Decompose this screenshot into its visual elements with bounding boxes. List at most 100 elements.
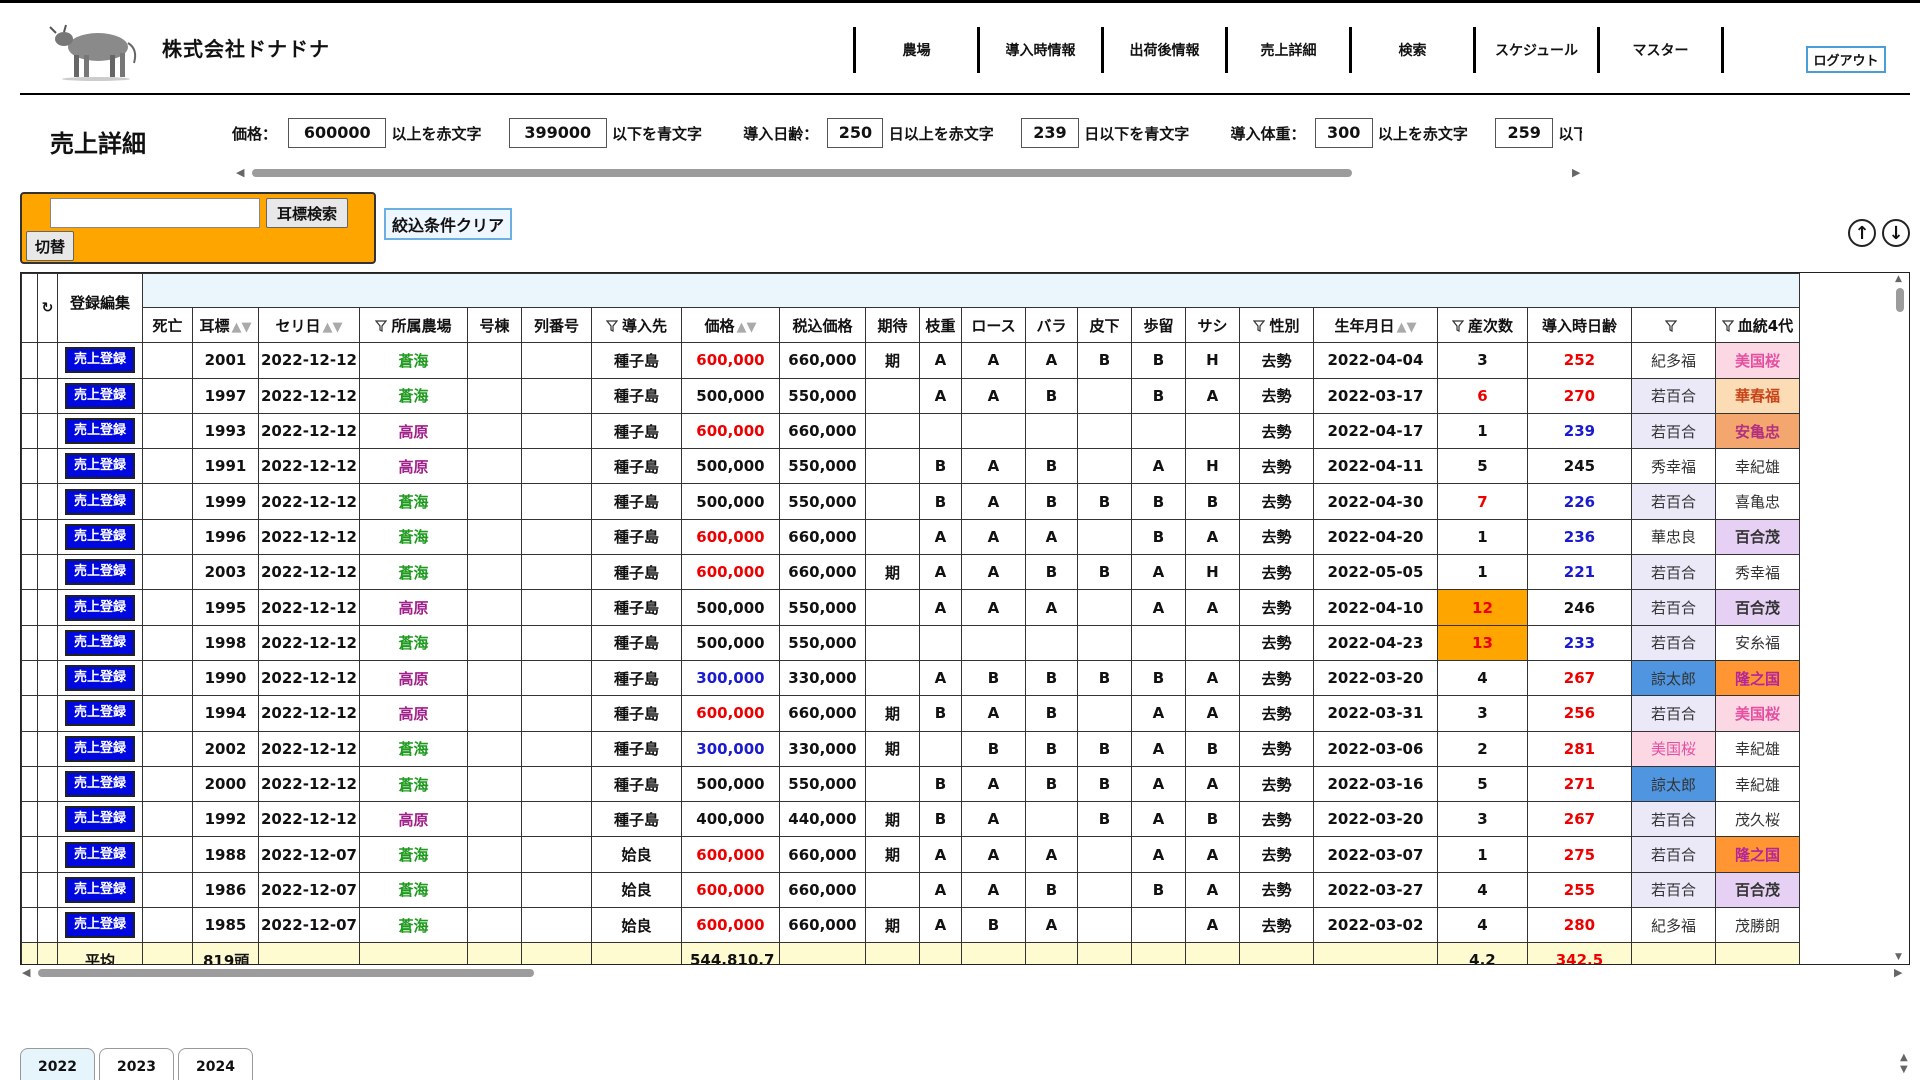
tab-scroll-icon[interactable]: ▲ ▼ bbox=[1900, 1052, 1908, 1076]
tab-2022[interactable]: 2022 bbox=[20, 1048, 95, 1080]
row-select-cell[interactable] bbox=[37, 659, 58, 697]
filter-icon[interactable] bbox=[1665, 320, 1678, 332]
row-select-cell[interactable] bbox=[37, 801, 58, 838]
tab-2024[interactable]: 2024 bbox=[178, 1048, 253, 1080]
table-row: 売上登録 1996 2022-12-12 蒼海 種子島 600,000 660,000 A A A… bbox=[21, 518, 1800, 556]
reset-sort-icon[interactable]: ↻ bbox=[37, 273, 58, 344]
table-scroll-left-icon[interactable]: ◀ bbox=[22, 966, 30, 979]
scroll-down-icon[interactable]: ↓ bbox=[1882, 219, 1910, 247]
ear-tag-search-button[interactable]: 耳標検索 bbox=[266, 198, 348, 228]
cell-death bbox=[142, 765, 193, 803]
nav-schedule[interactable]: スケジュール bbox=[1476, 27, 1600, 73]
row-select-cell[interactable] bbox=[37, 448, 58, 485]
filter-icon[interactable] bbox=[1721, 320, 1734, 333]
scroll-up-icon[interactable]: ↑ bbox=[1848, 219, 1876, 247]
row-spacer bbox=[21, 836, 38, 873]
register-sale-button[interactable]: 売上登録 bbox=[65, 347, 135, 374]
sort-icon[interactable]: ▲▼ bbox=[232, 320, 252, 335]
col-header-row-number: 列番号 bbox=[520, 306, 592, 344]
col-header-price[interactable]: 価格 ▲▼ bbox=[680, 306, 780, 344]
col-header-auction-date[interactable]: セリ日 ▲▼ bbox=[258, 306, 360, 344]
register-sale-button[interactable]: 売上登録 bbox=[65, 876, 135, 903]
row-select-cell[interactable] bbox=[37, 836, 58, 873]
row-select-cell[interactable] bbox=[37, 483, 58, 520]
filter-scroll-thumb[interactable] bbox=[252, 169, 1352, 177]
register-sale-button[interactable]: 売上登録 bbox=[65, 453, 135, 480]
cell-intake-age: 267 bbox=[1526, 659, 1632, 697]
col-header-sex[interactable]: 性別 bbox=[1238, 306, 1314, 344]
register-sale-button[interactable]: 売上登録 bbox=[65, 806, 135, 833]
logout-button[interactable]: ログアウト bbox=[1806, 46, 1886, 73]
register-sale-button[interactable]: 売上登録 bbox=[65, 665, 135, 692]
register-sale-button[interactable]: 売上登録 bbox=[65, 488, 135, 515]
register-sale-button[interactable]: 売上登録 bbox=[65, 629, 135, 656]
col-header-birth-date[interactable]: 生年月日 ▲▼ bbox=[1312, 306, 1438, 344]
register-sale-button[interactable]: 売上登録 bbox=[65, 523, 135, 550]
sort-icon[interactable]: ▲▼ bbox=[1396, 320, 1416, 335]
col-header-ear-tag[interactable]: 耳標 ▲▼ bbox=[192, 306, 259, 344]
age-low-input[interactable]: 239 bbox=[1020, 118, 1079, 148]
price-low-input[interactable]: 399000 bbox=[508, 118, 607, 148]
nav-sales-detail[interactable]: 売上詳細 bbox=[1228, 27, 1352, 73]
table-hscroll-thumb[interactable] bbox=[38, 969, 534, 977]
clear-filters-button[interactable]: 絞込条件クリア bbox=[384, 208, 512, 240]
sort-icon[interactable]: ▲▼ bbox=[736, 320, 756, 335]
col-header-sire[interactable] bbox=[1630, 306, 1716, 344]
col-header-farm[interactable]: 所属農場 bbox=[358, 306, 468, 344]
col-header-source[interactable]: 導入先 bbox=[590, 306, 682, 344]
ear-tag-input[interactable] bbox=[50, 198, 260, 228]
register-sale-button[interactable]: 売上登録 bbox=[65, 771, 135, 797]
cell-loin: A bbox=[960, 448, 1026, 485]
nav-farm[interactable]: 農場 bbox=[856, 27, 980, 73]
cell-rib: B bbox=[1024, 483, 1078, 520]
row-select-cell[interactable] bbox=[37, 907, 58, 944]
col-header-lineage4[interactable]: 血統4代 bbox=[1714, 306, 1800, 344]
register-sale-button[interactable]: 売上登録 bbox=[65, 700, 135, 727]
row-select-cell[interactable] bbox=[37, 624, 58, 661]
col-header-parity[interactable]: 産次数 bbox=[1436, 306, 1528, 344]
filter-scrollbar[interactable]: ◀ ▶ bbox=[236, 166, 1582, 180]
row-select-cell[interactable] bbox=[37, 554, 58, 591]
row-select-cell[interactable] bbox=[37, 730, 58, 767]
row-select-cell[interactable] bbox=[37, 377, 58, 414]
scroll-down-arrow-icon[interactable]: ▼ bbox=[1895, 952, 1902, 962]
row-select-cell[interactable] bbox=[37, 412, 58, 450]
table-vscroll-thumb[interactable] bbox=[1896, 288, 1904, 312]
sort-icon[interactable]: ▲▼ bbox=[322, 320, 342, 335]
price-high-input[interactable]: 600000 bbox=[288, 118, 387, 148]
filter-icon[interactable] bbox=[1451, 320, 1464, 333]
nav-search[interactable]: 検索 bbox=[1352, 27, 1476, 73]
register-sale-button[interactable]: 売上登録 bbox=[65, 418, 135, 445]
toggle-button[interactable]: 切替 bbox=[26, 231, 74, 261]
register-sale-button[interactable]: 売上登録 bbox=[65, 382, 135, 409]
nav-intake-info[interactable]: 導入時情報 bbox=[980, 27, 1104, 73]
weight-high-input[interactable]: 300 bbox=[1314, 118, 1373, 148]
filter-icon[interactable] bbox=[1253, 320, 1266, 333]
register-sale-button[interactable]: 売上登録 bbox=[65, 841, 135, 868]
row-select-cell[interactable] bbox=[37, 518, 58, 556]
row-select-cell[interactable] bbox=[37, 765, 58, 803]
cell-marbling: A bbox=[1184, 907, 1240, 944]
age-high-input[interactable]: 250 bbox=[827, 118, 884, 148]
register-sale-button[interactable]: 売上登録 bbox=[65, 594, 135, 621]
scroll-right-icon[interactable]: ▶ bbox=[1572, 166, 1580, 179]
weight-low-input[interactable]: 259 bbox=[1495, 118, 1554, 148]
filter-icon[interactable] bbox=[375, 320, 388, 333]
table-scroll-right-icon[interactable]: ▶ bbox=[1894, 966, 1902, 979]
register-sale-button[interactable]: 売上登録 bbox=[65, 559, 135, 586]
register-sale-button[interactable]: 売上登録 bbox=[65, 912, 135, 939]
table-horizontal-scrollbar[interactable]: ◀ ▶ bbox=[20, 966, 1910, 980]
nav-shipment-info[interactable]: 出荷後情報 bbox=[1104, 27, 1228, 73]
register-sale-button[interactable]: 売上登録 bbox=[65, 735, 135, 762]
tab-2023[interactable]: 2023 bbox=[99, 1048, 174, 1080]
scroll-up-arrow-icon[interactable]: ▲ bbox=[1895, 274, 1902, 284]
filter-icon[interactable] bbox=[605, 320, 618, 333]
nav-master[interactable]: マスター bbox=[1600, 27, 1724, 73]
row-select-cell[interactable] bbox=[37, 695, 58, 732]
row-select-cell[interactable] bbox=[37, 589, 58, 626]
scroll-left-icon[interactable]: ◀ bbox=[236, 166, 244, 179]
row-select-cell[interactable] bbox=[37, 342, 58, 379]
table-vertical-scrollbar[interactable]: ▲ ▼ bbox=[1893, 272, 1907, 962]
row-select-cell[interactable] bbox=[37, 871, 58, 909]
cell-rib: B bbox=[1024, 695, 1078, 732]
